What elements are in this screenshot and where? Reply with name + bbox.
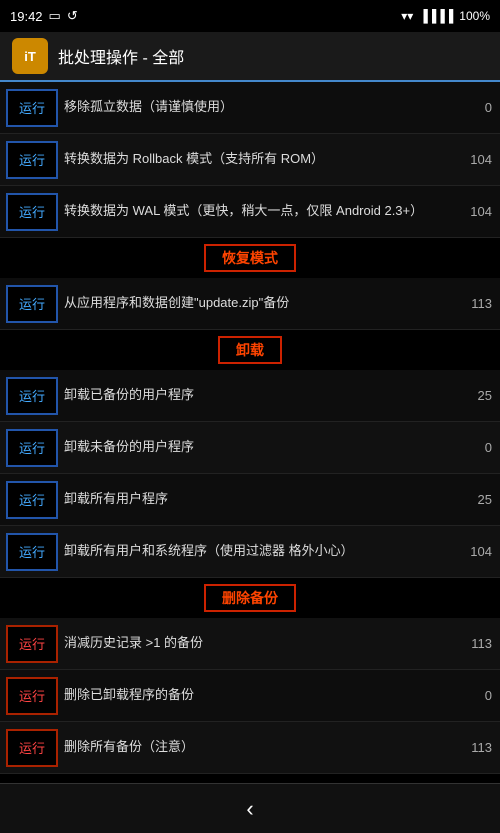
item-description: 卸载未备份的用户程序	[64, 438, 470, 456]
run-button[interactable]: 运行	[6, 533, 58, 571]
item-count: 113	[470, 296, 500, 311]
item-count: 104	[470, 544, 500, 559]
run-button[interactable]: 运行	[6, 729, 58, 767]
item-description: 转换数据为 Rollback 模式（支持所有 ROM）	[64, 150, 470, 168]
item-count: 104	[470, 152, 500, 167]
item-count: 25	[470, 388, 500, 403]
run-button[interactable]: 运行	[6, 677, 58, 715]
item-description: 卸载所有用户和系统程序（使用过滤器 格外小心）	[64, 542, 470, 560]
item-description: 转换数据为 WAL 模式（更快，稍大一点，仅限 Android 2.3+）	[64, 202, 470, 220]
screen-icon: ▭	[49, 8, 61, 24]
item-description: 卸载所有用户程序	[64, 490, 470, 508]
status-bar: 19:42 ▭ ↺ ▾▾ ▐▐▐▐ 100%	[0, 0, 500, 32]
bottom-nav: ‹	[0, 783, 500, 833]
item-row: 运行删除已卸载程序的备份0	[0, 670, 500, 722]
item-row: 运行删除所有备份（注意）113	[0, 722, 500, 774]
run-button[interactable]: 运行	[6, 285, 58, 323]
section-header-5: 删除备份	[0, 578, 500, 618]
run-button[interactable]: 运行	[6, 89, 58, 127]
section-header-3: 卸载	[0, 330, 500, 370]
title-bar: iT 批处理操作 - 全部	[0, 32, 500, 82]
item-row: 运行卸载所有用户和系统程序（使用过滤器 格外小心）104	[0, 526, 500, 578]
item-count: 25	[470, 492, 500, 507]
section-header-1: 恢复模式	[0, 238, 500, 278]
section-label-5: 删除备份	[204, 584, 296, 612]
item-description: 移除孤立数据（请谨慎使用）	[64, 98, 470, 116]
item-description: 卸载已备份的用户程序	[64, 386, 470, 404]
main-scroll-area[interactable]: 运行移除孤立数据（请谨慎使用）0运行转换数据为 Rollback 模式（支持所有…	[0, 82, 500, 783]
battery-display: 100%	[459, 9, 490, 23]
status-left: 19:42 ▭ ↺	[10, 8, 78, 24]
item-count: 113	[470, 740, 500, 755]
item-row: 运行从应用程序和数据创建"update.zip"备份113	[0, 278, 500, 330]
run-button[interactable]: 运行	[6, 141, 58, 179]
run-button[interactable]: 运行	[6, 625, 58, 663]
item-row: 运行转换数据为 WAL 模式（更快，稍大一点，仅限 Android 2.3+）1…	[0, 186, 500, 238]
item-row: 运行卸载所有用户程序25	[0, 474, 500, 526]
run-button[interactable]: 运行	[6, 193, 58, 231]
page-title: 批处理操作 - 全部	[58, 44, 184, 68]
wifi-icon: ▾▾	[401, 9, 413, 23]
back-button[interactable]: ‹	[246, 796, 253, 822]
run-button[interactable]: 运行	[6, 481, 58, 519]
item-row: 运行转换数据为 Rollback 模式（支持所有 ROM）104	[0, 134, 500, 186]
run-button[interactable]: 运行	[6, 377, 58, 415]
item-description: 删除所有备份（注意）	[64, 738, 470, 756]
item-count: 0	[470, 440, 500, 455]
section-label-1: 恢复模式	[204, 244, 296, 272]
item-count: 0	[470, 688, 500, 703]
item-count: 113	[470, 636, 500, 651]
time-display: 19:42	[10, 9, 43, 24]
section-label-3: 卸载	[218, 336, 282, 364]
item-count: 0	[470, 100, 500, 115]
run-button[interactable]: 运行	[6, 429, 58, 467]
item-row: 运行消减历史记录 >1 的备份113	[0, 618, 500, 670]
item-row: 运行卸载已备份的用户程序25	[0, 370, 500, 422]
item-description: 消减历史记录 >1 的备份	[64, 634, 470, 652]
rotate-icon: ↺	[67, 8, 78, 24]
item-row: 运行移除孤立数据（请谨慎使用）0	[0, 82, 500, 134]
item-count: 104	[470, 204, 500, 219]
app-icon: iT	[12, 38, 48, 74]
item-row: 运行卸载未备份的用户程序0	[0, 422, 500, 474]
signal-icon: ▐▐▐▐	[419, 9, 453, 23]
status-right: ▾▾ ▐▐▐▐ 100%	[401, 9, 490, 23]
item-description: 从应用程序和数据创建"update.zip"备份	[64, 294, 470, 312]
item-description: 删除已卸载程序的备份	[64, 686, 470, 704]
